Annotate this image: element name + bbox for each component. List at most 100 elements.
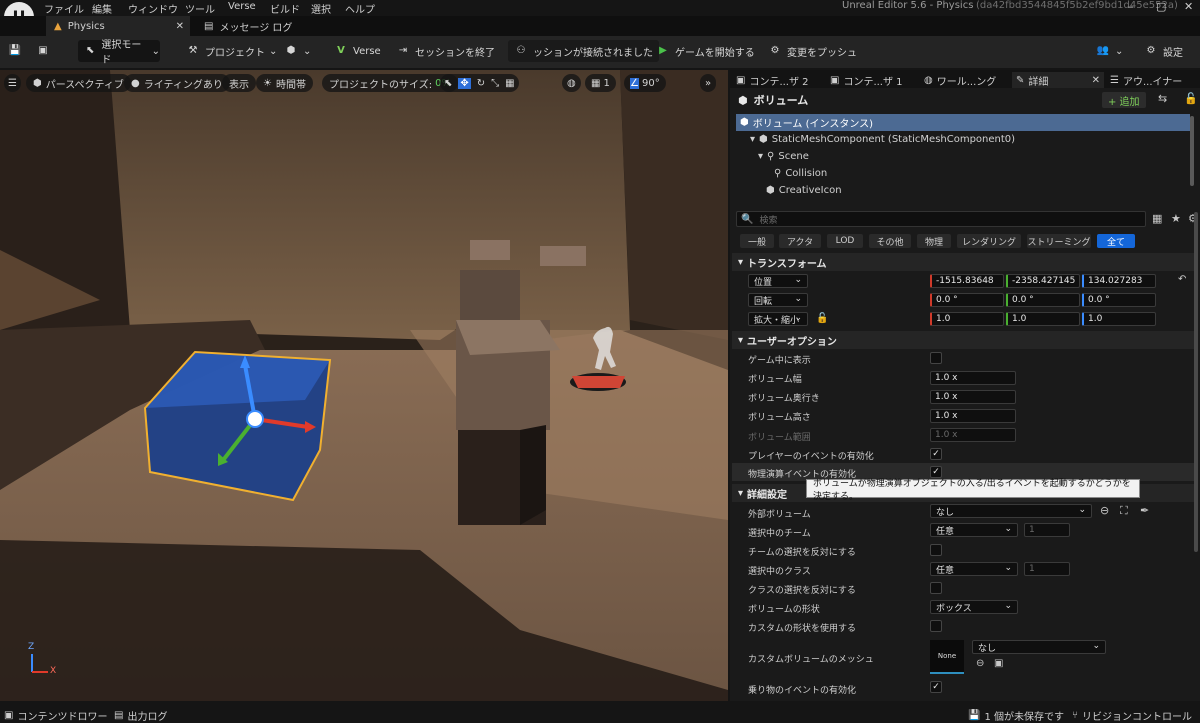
menu-build[interactable]: ビルド — [270, 1, 300, 16]
volume-depth-field[interactable]: 1.0 x — [930, 390, 1016, 404]
grid-snap-button[interactable]: ▦ 1 — [585, 74, 616, 92]
rotation-x-field[interactable]: 0.0 ° — [930, 293, 1004, 307]
menu-tools[interactable]: ツール — [185, 1, 215, 16]
time-of-day-button[interactable]: ☀ 時間帯 — [256, 74, 313, 92]
details-scrollbar[interactable] — [1194, 212, 1198, 552]
close-icon[interactable]: ✕ — [1184, 0, 1193, 13]
rotation-snap-button[interactable]: ∠ 90° — [624, 74, 666, 92]
move-tool-icon[interactable]: ✥ — [458, 77, 471, 89]
volume-width-field[interactable]: 1.0 x — [930, 371, 1016, 385]
tab-close-icon[interactable]: ✕ — [176, 21, 184, 32]
rotation-y-field[interactable]: 0.0 ° — [1006, 293, 1080, 307]
invert-class-checkbox[interactable] — [930, 582, 942, 594]
filter-streaming[interactable]: ストリーミング — [1027, 234, 1091, 248]
minimize-icon[interactable]: – — [1128, 0, 1134, 13]
table-view-icon[interactable]: ▦ — [1152, 212, 1162, 225]
tree-item-scene[interactable]: ▾ ⚲ Scene — [736, 148, 1190, 165]
save-icon[interactable]: 💾 — [8, 40, 27, 62]
mesh-thumbnail[interactable]: None — [930, 640, 964, 674]
selected-team-dropdown[interactable]: 任意 ⌄ — [930, 523, 1018, 537]
location-y-field[interactable]: -2358.427145 — [1006, 274, 1080, 288]
world-local-icon[interactable]: ◍ — [562, 74, 581, 92]
start-game-button[interactable]: ▶ ゲームを開始する — [656, 40, 755, 62]
rotate-tool-icon[interactable]: ↻ — [477, 78, 485, 89]
scale-dropdown[interactable]: 拡大・縮小 ⌄ — [748, 312, 808, 326]
section-user-options[interactable]: ▾ ユーザーオプション — [732, 331, 1194, 349]
maximize-icon[interactable]: ▢ — [1156, 0, 1166, 13]
push-changes-button[interactable]: ⚙ 変更をプッシュ — [768, 40, 857, 62]
eyedropper-icon[interactable]: ✒ — [1140, 504, 1149, 517]
browse-asset-icon[interactable]: ⛶ — [1120, 504, 1128, 518]
use-selected-icon[interactable]: ⊖ — [1100, 504, 1109, 517]
scale-z-field[interactable]: 1.0 — [1082, 312, 1156, 326]
scale-tool-icon[interactable]: ⤡ — [491, 78, 499, 89]
location-x-field[interactable]: -1515.83648 — [930, 274, 1004, 288]
visible-in-game-checkbox[interactable] — [930, 352, 942, 364]
end-session-button[interactable]: ⇥ セッションを終了 — [396, 40, 495, 62]
filter-rendering[interactable]: レンダリング — [957, 234, 1021, 248]
location-dropdown[interactable]: 位置 ⌄ — [748, 274, 808, 288]
rotation-dropdown[interactable]: 回転 ⌄ — [748, 293, 808, 307]
menu-select[interactable]: 選択 — [311, 1, 331, 16]
add-component-button[interactable]: + 追加 — [1102, 92, 1146, 108]
select-tool-icon[interactable]: ⬉ — [444, 78, 452, 89]
filter-actor[interactable]: アクタ — [779, 234, 821, 248]
tree-item-creativeicon[interactable]: ⬢ CreativeIcon — [736, 182, 1190, 199]
tab-content-browser-1[interactable]: ▣ コンテ...ザ 1 — [830, 72, 903, 88]
lock-icon[interactable]: 🔓 — [1184, 92, 1198, 105]
use-selected-icon[interactable]: ⊖ — [976, 658, 984, 669]
volume-height-field[interactable]: 1.0 x — [930, 409, 1016, 423]
menu-edit[interactable]: 編集 — [92, 1, 112, 16]
users-button[interactable]: 👥 ⌄ — [1096, 40, 1124, 62]
add-content-button[interactable]: ⬢ ⌄ — [284, 40, 312, 62]
surface-snap-icon[interactable]: ▦ — [505, 78, 514, 89]
settings-button[interactable]: ⚙ 設定 — [1144, 40, 1183, 62]
level-viewport[interactable]: Z X — [0, 70, 728, 701]
menu-help[interactable]: ヘルプ — [345, 1, 375, 16]
menu-verse[interactable]: Verse — [228, 1, 256, 12]
volume-shape-dropdown[interactable]: ボックス ⌄ — [930, 600, 1018, 614]
tab-details[interactable]: ✎ 詳細 ✕ — [1012, 72, 1104, 88]
selected-class-dropdown[interactable]: 任意 ⌄ — [930, 562, 1018, 576]
filter-general[interactable]: 一般 — [740, 234, 774, 248]
tab-close-icon[interactable]: ✕ — [1092, 75, 1100, 86]
tab-message-log[interactable]: ▤ メッセージ ログ — [196, 16, 306, 36]
section-transform[interactable]: ▾ トランスフォーム — [732, 253, 1194, 271]
tab-outliner[interactable]: ☰ アウ...イナー — [1110, 72, 1182, 88]
lighting-button[interactable]: ● ライティングあり — [124, 74, 230, 92]
tree-item-instance[interactable]: ⬢ ボリューム (インスタンス) — [736, 114, 1190, 131]
menu-file[interactable]: ファイル — [44, 1, 84, 16]
filter-lod[interactable]: LOD — [827, 234, 863, 248]
tab-world-settings[interactable]: ◍ ワール...ング — [924, 72, 996, 88]
browse-icon[interactable]: ▣ — [36, 40, 55, 62]
invert-team-checkbox[interactable] — [930, 544, 942, 556]
perspective-button[interactable]: ⬢ パースペクティブ — [26, 74, 131, 92]
viewport-menu-button[interactable]: ☰ — [4, 74, 21, 92]
lock-icon[interactable]: 🔓 — [816, 313, 828, 324]
verse-button[interactable]: V Verse — [334, 40, 381, 62]
filter-all[interactable]: 全て — [1097, 234, 1135, 248]
tree-scrollbar[interactable] — [1190, 116, 1194, 186]
rotation-z-field[interactable]: 0.0 ° — [1082, 293, 1156, 307]
browse-asset-icon[interactable]: ▣ — [994, 658, 1003, 669]
search-input[interactable]: 🔍 検索 — [736, 211, 1146, 227]
scale-y-field[interactable]: 1.0 — [1006, 312, 1080, 326]
player-events-checkbox[interactable]: ✓ — [930, 448, 942, 460]
vehicle-events-checkbox[interactable]: ✓ — [930, 681, 942, 693]
reset-arrow-icon[interactable]: ↶ — [1178, 274, 1186, 285]
external-volume-dropdown[interactable]: なし ⌄ — [930, 504, 1092, 518]
viewport-expand-icon[interactable]: » — [700, 74, 717, 92]
blueprint-icon[interactable]: ⇆ — [1158, 92, 1167, 105]
select-mode-button[interactable]: ⬉ 選択モード ⌄ — [78, 40, 160, 66]
filter-misc[interactable]: その他 — [869, 234, 911, 248]
scale-x-field[interactable]: 1.0 — [930, 312, 1004, 326]
location-z-field[interactable]: 134.027283 — [1082, 274, 1156, 288]
tab-content-browser-2[interactable]: ▣ コンテ...ザ 2 — [736, 72, 809, 88]
show-button[interactable]: 表示 — [222, 74, 256, 92]
project-button[interactable]: ⚒ プロジェクト ⌄ — [186, 40, 278, 62]
filter-physics[interactable]: 物理 — [917, 234, 951, 248]
menu-window[interactable]: ウィンドウ — [128, 1, 178, 16]
star-icon[interactable]: ★ — [1171, 212, 1181, 225]
tab-physics[interactable]: ▲ Physics ✕ — [46, 16, 190, 36]
tree-item-staticmesh[interactable]: ▾ ⬢ StaticMeshComponent (StaticMeshCompone… — [736, 131, 1190, 148]
